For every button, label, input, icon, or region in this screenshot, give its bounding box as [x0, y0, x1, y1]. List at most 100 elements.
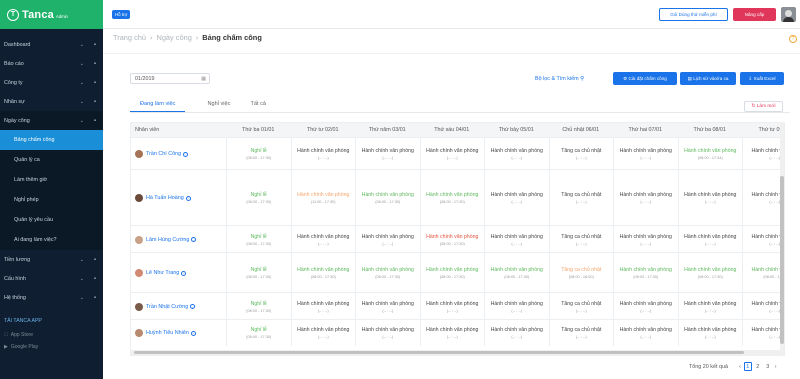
shift-cell[interactable]: Hành chính văn phòng (-- : --)	[613, 226, 678, 253]
info-icon[interactable]: ›	[183, 151, 189, 157]
employee-name[interactable]: Huỳnh Tiểu Nhiên	[146, 330, 189, 336]
breadcrumb-section[interactable]: Ngày công	[156, 33, 191, 42]
scrollbar-thumb[interactable]	[780, 176, 784, 344]
sidebar-subitem[interactable]: Làm thêm giờ	[0, 170, 103, 190]
shift-cell[interactable]: Hành chính văn phòng (-- : --)	[419, 138, 485, 170]
tab-working[interactable]: Đang làm việc	[130, 97, 186, 112]
shift-cell[interactable]: Hành chính văn phòng (-- : --)	[355, 293, 420, 320]
employee-cell[interactable]: Trần Chí Công ›	[131, 138, 226, 170]
chevron-right-icon[interactable]: ›	[775, 364, 777, 370]
sidebar-subitem[interactable]: Quản lý ca	[0, 150, 103, 170]
shift-cell[interactable]: Hành chính văn phòng (-- : --)	[677, 226, 743, 253]
question-icon[interactable]: ?	[789, 35, 797, 43]
sidebar-subitem[interactable]: Nghỉ phép	[0, 190, 103, 210]
shift-cell[interactable]: Hành chính văn phòng (-- : --)	[677, 293, 743, 320]
month-picker[interactable]: 01/2019 ▦	[130, 73, 210, 84]
shift-cell[interactable]: Nghỉ lễ (08:00 - 17:30)	[226, 253, 291, 293]
employee-cell[interactable]: Huỳnh Tiểu Nhiên ›	[131, 320, 226, 346]
shift-cell[interactable]: Hành chính văn phò(-- : --)	[742, 170, 784, 226]
shift-cell[interactable]: Nghỉ lễ (08:00 - 17:30)	[226, 293, 291, 320]
timekeeping-settings-button[interactable]: ⚙ Cài đặt chấm công	[613, 72, 677, 85]
sidebar-item[interactable]: Tiền lương ⌄ ▪	[0, 250, 103, 269]
info-icon[interactable]: ›	[190, 304, 196, 309]
employee-name[interactable]: Lê Như Trang	[146, 270, 179, 276]
employee-name[interactable]: Trần Nhật Cường	[146, 304, 188, 310]
shift-cell[interactable]: Nghỉ lễ (08:00 - 17:30)	[226, 320, 291, 346]
shift-cell[interactable]: Hành chính văn phò(-- : --)	[742, 226, 784, 253]
shift-cell[interactable]: Hành chính văn phòng (-- : --)	[484, 170, 549, 226]
app-store-link[interactable]: App Store	[0, 329, 103, 341]
shift-cell[interactable]: Hành chính văn phòng (-- : --)	[355, 226, 420, 253]
sidebar-item[interactable]: Nhân sự ⌄ ▪	[0, 92, 103, 111]
shift-cell[interactable]: Tăng ca chủ nhật (-- : --)	[548, 170, 614, 226]
shift-cell[interactable]: Hành chính văn phòng (-- : --)	[484, 138, 549, 170]
sidebar-item[interactable]: Báo cáo ⌄ ▪	[0, 54, 103, 73]
sidebar-subitem[interactable]: Quản lý yêu cầu	[0, 210, 103, 230]
shift-cell[interactable]: Hành chính văn phòng (08:00 - 17:30)	[355, 253, 420, 293]
shift-cell[interactable]: Hành chính văn phòng (08:00 - 17:30)	[419, 226, 485, 253]
page-button[interactable]: 1	[743, 362, 752, 371]
employee-name[interactable]: Trần Chí Công	[146, 151, 181, 157]
shift-cell[interactable]: Hành chính văn phòng (08:00 - 17:30)	[355, 170, 420, 226]
shift-cell[interactable]: Hành chính văn phò(-- : --)	[742, 320, 784, 346]
shift-cell[interactable]: Nghỉ lễ (08:00 - 17:30)	[226, 138, 291, 170]
shift-cell[interactable]: Hành chính văn phòng (11:00 - 17:30)	[290, 170, 356, 226]
shift-cell[interactable]: Hành chính văn phòng (-- : --)	[613, 138, 678, 170]
shift-cell[interactable]: Hành chính văn phòng (08:00 - 17:30)	[419, 253, 485, 293]
shift-cell[interactable]: Hành chính văn phòng (08:00 - 17:30)	[677, 253, 743, 293]
info-icon[interactable]: ›	[181, 270, 187, 276]
shift-cell[interactable]: Hành chính văn phòng (08:00 - 17:30)	[290, 253, 356, 293]
shift-cell[interactable]: Hành chính văn phòng (-- : --)	[484, 293, 549, 320]
user-avatar[interactable]	[781, 7, 796, 22]
shift-cell[interactable]: Hành chính văn phòng (-- : --)	[613, 170, 678, 226]
shift-cell[interactable]: Hành chính văn phòng (-- : --)	[290, 226, 356, 253]
info-icon[interactable]: ›	[190, 330, 196, 336]
shift-cell[interactable]: Nghỉ lễ (08:00 - 17:30)	[226, 226, 291, 253]
shift-cell[interactable]: Hành chính văn phòng (-- : --)	[484, 226, 549, 253]
sidebar-item[interactable]: Ngày công ⌄ ▪	[0, 111, 103, 130]
sidebar-subitem[interactable]: Bảng chấm công	[0, 130, 103, 150]
chevron-left-icon[interactable]: ‹	[739, 364, 741, 370]
checkin-history-button[interactable]: ▤ Lịch sử vào/ra ca	[680, 72, 736, 85]
shift-cell[interactable]: Tăng ca chủ nhật (-- : --)	[548, 226, 614, 253]
filter-search-link[interactable]: Bộ lọc & Tìm kiếm ⚲	[535, 76, 584, 82]
shift-cell[interactable]: Hành chính văn phò(-- : --)	[742, 293, 784, 320]
sidebar-item[interactable]: Dashboard ⌄ ▪	[0, 35, 103, 54]
shift-cell[interactable]: Hành chính văn phòng (-- : --)	[355, 320, 420, 346]
sidebar-item[interactable]: Công ty ⌄ ▪	[0, 73, 103, 92]
horizontal-scrollbar[interactable]	[130, 350, 780, 355]
shift-cell[interactable]: Hành chính văn phòng (-- : --)	[484, 320, 549, 346]
shift-cell[interactable]: Hành chính văn phòng (-- : --)	[290, 138, 356, 170]
page-button[interactable]: 3	[764, 362, 772, 371]
shift-cell[interactable]: Hành chính văn phòng (-- : --)	[419, 320, 485, 346]
employee-name[interactable]: Lâm Hùng Cường	[146, 237, 189, 243]
page-button[interactable]: 2	[754, 362, 762, 371]
employee-cell[interactable]: Hà Tuấn Hoàng ›	[131, 170, 226, 226]
shift-cell[interactable]: Nghỉ lễ (08:00 - 17:30)	[226, 170, 291, 226]
upgrade-button[interactable]: Nâng cấp	[733, 8, 776, 21]
tab-resigned[interactable]: Nghỉ việc	[197, 97, 240, 112]
shift-cell[interactable]: Hành chính văn phòng (-- : --)	[419, 293, 485, 320]
shift-cell[interactable]: Hành chính văn phòng (08:00 - 17:30)	[484, 253, 549, 293]
shift-cell[interactable]: Tăng ca chủ nhật (-- : --)	[548, 138, 614, 170]
tab-all[interactable]: Tất cả	[240, 97, 276, 112]
shift-cell[interactable]: Tăng ca chủ nhật (08:00 - 18:00)	[548, 253, 614, 293]
shift-cell[interactable]: Hành chính văn phòng (08:00 - 17:44)	[677, 138, 743, 170]
google-play-link[interactable]: ▶ Google Play	[0, 341, 103, 353]
info-icon[interactable]: ›	[185, 195, 191, 201]
employee-cell[interactable]: Lâm Hùng Cường ›	[131, 226, 226, 253]
info-icon[interactable]: ›	[191, 237, 197, 242]
help-button[interactable]: Hỗ trợ	[112, 10, 131, 19]
shift-cell[interactable]: Tăng ca chủ nhật (-- : --)	[548, 293, 614, 320]
shift-cell[interactable]: Hành chính văn phòng (-- : --)	[613, 293, 678, 320]
shift-cell[interactable]: Hành chính văn phòng (08:00 - 17:30)	[419, 170, 485, 226]
employee-cell[interactable]: Trần Nhật Cường ›	[131, 293, 226, 320]
shift-cell[interactable]: Hành chính văn phò(-- : --)	[742, 138, 784, 170]
shift-cell[interactable]: Hành chính văn phòng (-- : --)	[290, 320, 356, 346]
trial-plan-button[interactable]: Gói Dùng thử miễn phí	[659, 8, 728, 21]
shift-cell[interactable]: Hành chính văn phòng (-- : --)	[290, 293, 356, 320]
vertical-scrollbar[interactable]	[780, 122, 784, 356]
scrollbar-thumb[interactable]	[134, 351, 744, 354]
sidebar-subitem[interactable]: Ai đang làm việc?	[0, 230, 103, 250]
shift-cell[interactable]: Hành chính văn phòng (-- : --)	[355, 138, 420, 170]
